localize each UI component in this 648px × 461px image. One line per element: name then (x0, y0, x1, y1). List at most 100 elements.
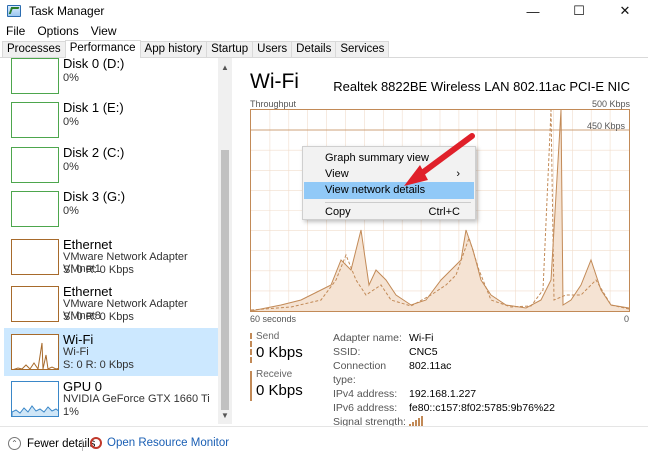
fewer-details-label: Fewer details (27, 437, 96, 450)
sidebar-item-rate: S: 0 R: 0 Kbps (63, 264, 134, 276)
throughput-label: Throughput (250, 99, 297, 109)
send-legend-bar (250, 333, 252, 363)
close-button[interactable]: ✕ (602, 0, 648, 22)
detail-value: Wi-Fi (409, 332, 434, 344)
sidebar: Disk 0 (D:) 0% Disk 1 (E:) 0% Disk 2 (C:… (0, 58, 232, 424)
scroll-down-icon[interactable]: ▼ (218, 408, 232, 422)
receive-label: Receive (256, 369, 293, 380)
sidebar-item-title: Ethernet (63, 237, 113, 252)
max-scale-label: 500 Kbps (591, 99, 630, 109)
open-resource-monitor-label: Open Resource Monitor (107, 437, 230, 449)
wifi-thumbnail (11, 334, 59, 370)
sidebar-item-sub: Wi-Fi (63, 346, 89, 358)
menu-options[interactable]: Options (31, 24, 84, 38)
scrollbar-thumb[interactable] (221, 150, 229, 410)
resource-monitor-icon (90, 437, 102, 449)
adapter-name-heading: Realtek 8822BE Wireless LAN 802.11ac PCI… (333, 79, 630, 94)
sidebar-item-title: Ethernet (63, 284, 113, 299)
graph-context-menu: Graph summary view View › View network d… (302, 146, 476, 220)
sidebar-item-disk-3[interactable]: Disk 3 (G:) 0% (4, 185, 218, 233)
sidebar-item-sub: 0% (63, 116, 79, 128)
menu-bar: File Options View (0, 22, 648, 40)
sidebar-item-sub: 0% (63, 161, 79, 173)
time-span-label: 60 seconds (250, 314, 297, 324)
window-title: Task Manager (29, 4, 105, 18)
send-value: 0 Kbps (256, 344, 303, 361)
footer-divider (82, 439, 83, 451)
sidebar-item-rate: S: 0 R: 0 Kbps (63, 359, 134, 371)
title-bar: Task Manager — ☐ ✕ (0, 0, 648, 22)
menu-item-graph-summary-view[interactable]: Graph summary view (304, 150, 474, 167)
sidebar-item-sub: 0% (63, 205, 79, 217)
sidebar-item-disk-0[interactable]: Disk 0 (D:) 0% (4, 58, 218, 100)
gpu-thumbnail (11, 381, 59, 417)
detail-key: Adapter name: (333, 332, 402, 344)
sidebar-item-title: GPU 0 (63, 379, 103, 394)
sidebar-item-usage: 1% (63, 406, 79, 418)
sidebar-item-rate: S: 0 R: 0 Kbps (63, 311, 134, 323)
scroll-up-icon[interactable]: ▲ (218, 60, 232, 74)
sidebar-item-sub: 0% (63, 72, 79, 84)
menu-item-label: Copy (325, 206, 351, 218)
send-label: Send (256, 331, 280, 342)
reference-scale-label: 450 Kbps (586, 121, 625, 131)
ethernet-thumbnail (11, 286, 59, 322)
receive-stat: Receive 0 Kbps (250, 369, 303, 401)
sidebar-scrollbar[interactable]: ▲ ▼ (218, 58, 232, 424)
send-stat: Send 0 Kbps (250, 331, 303, 363)
detail-value: CNC5 (409, 346, 438, 358)
sidebar-item-wifi[interactable]: Wi-Fi Wi-Fi S: 0 R: 0 Kbps (4, 328, 218, 376)
sidebar-item-ethernet-vmnet8[interactable]: Ethernet VMware Network Adapter VMnet8 S… (4, 280, 218, 328)
tab-strip: Processes Performance App history Startu… (0, 40, 648, 58)
sidebar-item-gpu-0[interactable]: GPU 0 NVIDIA GeForce GTX 1660 Ti 1% (4, 375, 218, 423)
disk-0-thumbnail (11, 58, 59, 94)
maximize-button[interactable]: ☐ (556, 0, 602, 22)
sidebar-item-title: Disk 2 (C:) (63, 145, 125, 160)
menu-item-copy[interactable]: Copy Ctrl+C (304, 204, 474, 221)
detail-value: 802.11ac (409, 360, 452, 372)
tab-processes[interactable]: Processes (2, 41, 66, 57)
receive-value: 0 Kbps (256, 382, 303, 399)
submenu-arrow-icon: › (456, 168, 460, 180)
menu-separator (325, 202, 471, 203)
detail-value: fe80::c157:8f02:5785:9b76%22 (409, 402, 555, 414)
disk-3-thumbnail (11, 191, 59, 227)
sidebar-item-disk-1[interactable]: Disk 1 (E:) 0% (4, 96, 218, 144)
task-manager-icon (7, 5, 21, 17)
detail-value: 192.168.1.227 (409, 388, 477, 400)
panel-title: Wi-Fi (250, 70, 299, 93)
disk-1-thumbnail (11, 102, 59, 138)
footer: ⌃ Fewer details Open Resource Monitor (0, 426, 648, 461)
ethernet-thumbnail (11, 239, 59, 275)
menu-item-view-network-details[interactable]: View network details (304, 182, 474, 199)
tab-services[interactable]: Services (335, 41, 390, 57)
sidebar-item-title: Disk 0 (D:) (63, 58, 125, 71)
menu-item-view[interactable]: View › (304, 166, 474, 183)
menu-item-label: Graph summary view (325, 152, 429, 164)
tab-users[interactable]: Users (252, 41, 293, 57)
tab-startup[interactable]: Startup (206, 41, 254, 57)
menu-item-label: View network details (325, 184, 426, 196)
menu-file[interactable]: File (0, 24, 31, 38)
menu-item-label: View (325, 168, 349, 180)
minimize-button[interactable]: — (510, 0, 556, 22)
tab-performance[interactable]: Performance (64, 40, 141, 58)
detail-key: SSID: (333, 346, 361, 358)
tab-details[interactable]: Details (291, 41, 337, 57)
receive-legend-bar (250, 371, 252, 401)
detail-key: IPv4 address: (333, 388, 398, 400)
time-now-label: 0 (624, 314, 630, 324)
detail-key: Connection type: (333, 360, 387, 386)
sidebar-item-title: Disk 1 (E:) (63, 100, 124, 115)
menu-view[interactable]: View (85, 24, 123, 38)
tab-app-history[interactable]: App history (139, 41, 208, 57)
chevron-up-icon: ⌃ (8, 437, 21, 450)
sidebar-item-title: Wi-Fi (63, 332, 94, 347)
sidebar-item-ethernet-vmnet1[interactable]: Ethernet VMware Network Adapter VMnet1 S… (4, 233, 218, 281)
sidebar-item-disk-2[interactable]: Disk 2 (C:) 0% (4, 141, 218, 189)
open-resource-monitor-link[interactable]: Open Resource Monitor (90, 437, 229, 449)
sidebar-item-title: Disk 3 (G:) (63, 189, 126, 204)
sidebar-item-sub: NVIDIA GeForce GTX 1660 Ti (63, 393, 210, 405)
menu-item-shortcut: Ctrl+C (428, 206, 460, 218)
disk-2-thumbnail (11, 147, 59, 183)
